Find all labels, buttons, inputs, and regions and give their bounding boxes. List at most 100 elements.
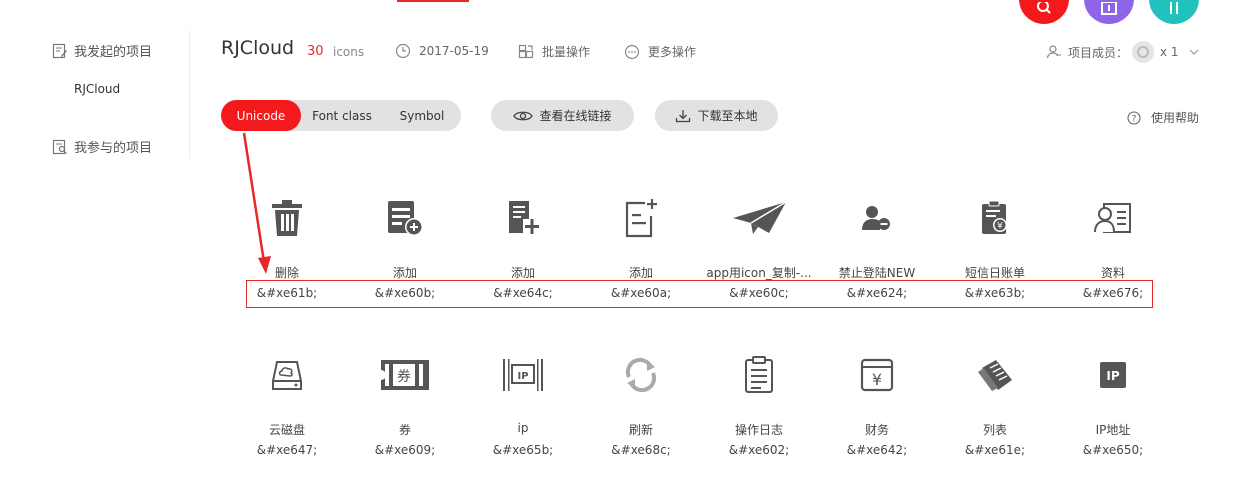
batch-label: 批量操作 — [542, 45, 591, 59]
clock-icon — [395, 43, 411, 59]
view-online-link-button[interactable]: 查看在线链接 — [491, 100, 634, 131]
tab-unicode[interactable]: Unicode — [221, 100, 301, 131]
icon-count-unit: icons — [333, 45, 365, 59]
icon-name: app用icon_复制-... — [706, 266, 812, 280]
question-circle-icon: ? — [1127, 110, 1141, 125]
icon-card[interactable]: IP IP地址 &#xe650; — [1054, 353, 1172, 473]
sort-circle-button[interactable] — [1149, 0, 1199, 24]
trash-icon — [272, 200, 302, 236]
more-operations-button[interactable]: 更多操作 — [624, 43, 696, 60]
view-online-label: 查看在线链接 — [539, 109, 612, 123]
clipboard-log-icon — [745, 356, 773, 393]
paper-plane-icon — [733, 201, 787, 234]
icon-unicode: &#xe642; — [846, 443, 908, 457]
project-members[interactable]: 项目成员： x 1 — [1046, 41, 1199, 63]
list-add-icon — [388, 201, 423, 236]
member-icon — [1046, 45, 1061, 59]
icon-unicode: &#xe65b; — [492, 443, 554, 457]
project-sidebar: 我发起的项目 RJCloud 我参与的项目 — [0, 30, 190, 158]
icon-card[interactable]: 刷新 &#xe68c; — [582, 353, 700, 473]
upload-circle-button[interactable] — [1084, 0, 1134, 24]
icon-card[interactable]: 云磁盘 &#xe647; — [228, 353, 346, 473]
icon-name: 资料 — [1100, 266, 1125, 280]
search-circle-button[interactable] — [1019, 0, 1069, 24]
project-title: RJCloud — [221, 37, 295, 59]
icon-name: 添加 — [510, 266, 535, 280]
batch-operation-button[interactable]: 批量操作 — [518, 43, 590, 60]
icon-name: 财务 — [864, 423, 889, 437]
members-count: x 1 — [1160, 45, 1179, 59]
eye-icon — [513, 111, 534, 120]
help-link[interactable]: ? 使用帮助 — [1127, 109, 1199, 126]
doc-add-icon — [509, 201, 539, 234]
ip-barcode-icon: IP — [503, 359, 543, 391]
project-date: 2017-05-19 — [395, 43, 489, 59]
grid-icon — [518, 44, 534, 58]
icon-unicode: &#xe650; — [1082, 443, 1144, 457]
coupon-icon: 券 — [381, 360, 429, 390]
my-projects-header[interactable]: 我发起的项目 — [52, 41, 152, 60]
svg-text:¥: ¥ — [997, 222, 1003, 232]
icon-name: 删除 — [274, 266, 299, 280]
icon-name: 操作日志 — [734, 423, 783, 437]
tab-symbol[interactable]: Symbol — [383, 100, 461, 131]
ip-address-icon: IP — [1100, 362, 1126, 388]
sort-arrows-icon — [1170, 2, 1178, 14]
icon-unicode: &#xe609; — [374, 443, 436, 457]
edit-doc-icon — [52, 43, 67, 58]
profile-card-icon — [1094, 203, 1131, 233]
user-forbid-icon — [862, 206, 890, 230]
active-nav-indicator — [397, 0, 469, 2]
icon-card[interactable]: 券 券 &#xe609; — [346, 353, 464, 473]
download-label: 下载至本地 — [697, 109, 758, 123]
search-icon — [1037, 2, 1051, 14]
members-label: 项目成员： — [1068, 45, 1129, 60]
svg-text:¥: ¥ — [872, 370, 882, 389]
icon-name: 云磁盘 — [268, 423, 305, 437]
bill-icon: ¥ — [982, 200, 1007, 234]
sidebar-item-rjcloud[interactable]: RJCloud — [74, 82, 120, 96]
svg-text:IP: IP — [517, 371, 528, 382]
icon-card[interactable]: 操作日志 &#xe602; — [700, 353, 818, 473]
svg-text:?: ? — [1132, 114, 1137, 124]
icon-card[interactable]: ¥ 财务 &#xe642; — [818, 353, 936, 473]
file-add-icon — [625, 199, 657, 238]
icon-unicode: &#xe647; — [256, 443, 318, 457]
icon-count: 30 — [307, 44, 324, 59]
icon-name: 刷新 — [628, 423, 653, 437]
icon-name: 添加 — [628, 266, 653, 280]
icon-unicode: &#xe602; — [728, 443, 790, 457]
cloud-disk-icon — [272, 361, 302, 390]
icon-name: 列表 — [982, 423, 1007, 437]
more-label: 更多操作 — [648, 45, 697, 59]
icon-name: 券 — [398, 423, 411, 437]
icon-unicode: &#xe61e; — [964, 443, 1026, 457]
search-doc-icon — [52, 139, 67, 154]
icon-grid-row-2: 云磁盘 &#xe647; 券 券 &#xe609; IP ip &#xe65b;… — [228, 353, 1172, 473]
icon-name: IP地址 — [1095, 423, 1131, 437]
date-text: 2017-05-19 — [419, 44, 489, 58]
list-sheet-icon — [978, 360, 1012, 391]
tab-font-class[interactable]: Font class — [301, 100, 383, 131]
icon-card[interactable]: IP ip &#xe65b; — [464, 353, 582, 473]
code-format-tabs: Unicode Font class Symbol — [221, 100, 461, 131]
refresh-icon — [625, 357, 657, 393]
joined-projects-header[interactable]: 我参与的项目 — [52, 137, 152, 156]
upload-box-icon — [1101, 2, 1117, 15]
help-label: 使用帮助 — [1151, 111, 1200, 125]
icon-unicode: &#xe68c; — [611, 443, 671, 457]
icon-card[interactable]: 列表 &#xe61e; — [936, 353, 1054, 473]
download-icon — [676, 109, 691, 122]
download-local-button[interactable]: 下载至本地 — [655, 100, 778, 131]
my-projects-label: 我发起的项目 — [74, 45, 153, 60]
avatar[interactable] — [1132, 41, 1155, 63]
icon-name: 添加 — [392, 266, 417, 280]
icon-name: ip — [517, 421, 529, 435]
svg-text:券: 券 — [397, 369, 411, 385]
icon-name: 短信日账单 — [964, 266, 1025, 280]
unicode-row-highlight — [246, 280, 1153, 308]
finance-icon: ¥ — [860, 358, 894, 392]
svg-text:IP: IP — [1106, 369, 1119, 383]
chevron-down-icon — [1189, 49, 1199, 55]
icon-name: 禁止登陆NEW — [838, 266, 916, 280]
